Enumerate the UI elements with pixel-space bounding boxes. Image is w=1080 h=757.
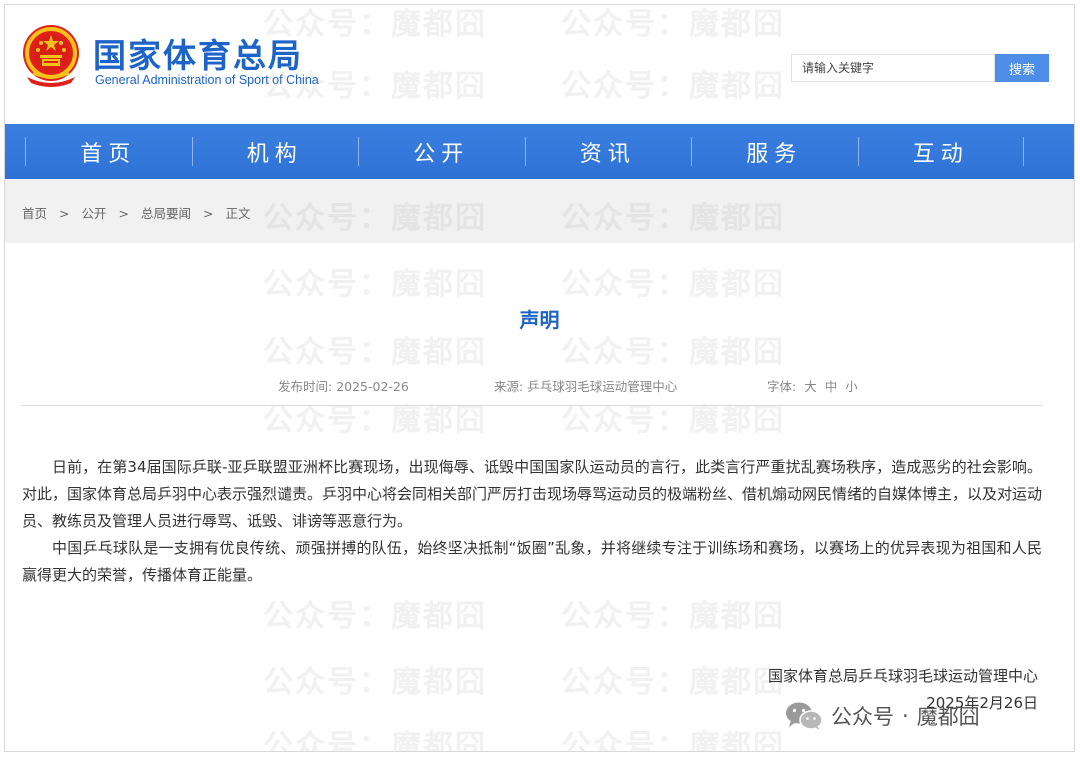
site-name-en[interactable]: General Administration of Sport of China — [95, 73, 319, 87]
font-size-label: 字体: — [767, 379, 797, 394]
publish-date-label: 发布时间: — [278, 379, 333, 394]
site-name-cn[interactable]: 国家体育总局 — [93, 29, 303, 77]
watermark-text: 公众号：魔都囧 — [561, 267, 785, 302]
nav-item-public[interactable]: 公开 — [358, 124, 525, 179]
watermark-text: 公众号：魔都囧 — [561, 665, 785, 700]
nav-item-interaction[interactable]: 互动 — [857, 124, 1025, 179]
wechat-label: 公众号 — [831, 705, 894, 729]
breadcrumb-separator: > — [118, 206, 129, 221]
breadcrumb-news-link[interactable]: 总局要闻 — [141, 206, 191, 221]
watermark-text: 公众号：魔都囧 — [561, 335, 785, 370]
site-header: 国家体育总局 General Administration of Sport o… — [5, 5, 1074, 123]
article-body: 日前，在第34届国际乒联-亚乒联盟亚洲杯比赛现场，出现侮辱、诋毁中国国家队运动员… — [22, 454, 1042, 589]
font-size-medium[interactable]: 中 — [825, 379, 838, 394]
wechat-watermark: 公众号 · 魔都囧 — [785, 701, 980, 731]
source-value: 乒乓球羽毛球运动管理中心 — [527, 379, 678, 394]
watermark-text: 公众号：魔都囧 — [263, 335, 487, 370]
breadcrumb-home-link[interactable]: 首页 — [22, 206, 47, 221]
article-paragraph: 日前，在第34届国际乒联-亚乒联盟亚洲杯比赛现场，出现侮辱、诋毁中国国家队运动员… — [22, 458, 1043, 530]
main-nav: 首页 机构 公开 资讯 服务 互动 — [5, 124, 1074, 179]
watermark-text: 公众号：魔都囧 — [263, 403, 487, 438]
search-button[interactable]: 搜索 — [995, 54, 1049, 82]
breadcrumb: 首页 > 公开 > 总局要闻 > 正文 — [22, 203, 251, 222]
breadcrumb-separator: > — [59, 206, 70, 221]
watermark-text: 公众号：魔都囧 — [561, 403, 785, 438]
signature-org: 国家体育总局乒乓球羽毛球运动管理中心 — [767, 667, 1038, 685]
nav-item-news[interactable]: 资讯 — [524, 124, 692, 179]
breadcrumb-separator: > — [203, 206, 214, 221]
wechat-dot: · — [902, 704, 909, 728]
search-input[interactable] — [791, 54, 995, 82]
divider — [21, 405, 1042, 406]
nav-item-services[interactable]: 服务 — [691, 124, 858, 179]
watermark-text: 公众号：魔都囧 — [263, 267, 487, 302]
breadcrumb-bar: 首页 > 公开 > 总局要闻 > 正文 — [5, 179, 1074, 243]
article-title: 声明 — [519, 308, 560, 332]
breadcrumb-current: 正文 — [225, 206, 251, 221]
national-emblem-icon[interactable] — [21, 23, 81, 87]
nav-item-organization[interactable]: 机构 — [191, 124, 359, 179]
article-paragraph: 中国乒乓球队是一支拥有优良传统、顽强拼搏的队伍，始终坚决抵制“饭圈”乱象，并将继… — [22, 539, 1042, 584]
nav-item-home[interactable]: 首页 — [25, 124, 192, 179]
wechat-icon — [786, 702, 823, 730]
font-size-large[interactable]: 大 — [804, 379, 817, 394]
page-frame: 国家体育总局 General Administration of Sport o… — [4, 4, 1075, 752]
font-size-small[interactable]: 小 — [845, 379, 858, 394]
watermark-text: 公众号：魔都囧 — [561, 599, 785, 634]
publish-date: 发布时间: 2025-02-26 — [278, 376, 409, 395]
source-label: 来源: — [494, 379, 524, 394]
font-size-control: 字体: 大 中 小 — [767, 376, 858, 395]
watermark-text: 公众号：魔都囧 — [561, 729, 785, 752]
breadcrumb-public-link[interactable]: 公开 — [82, 206, 107, 221]
publish-date-value: 2025-02-26 — [336, 379, 409, 394]
watermark-text: 公众号：魔都囧 — [263, 599, 487, 634]
article-source: 来源: 乒乓球羽毛球运动管理中心 — [494, 376, 677, 395]
wechat-name: 魔都囧 — [916, 705, 980, 729]
watermark-text: 公众号：魔都囧 — [263, 729, 487, 752]
watermark-text: 公众号：魔都囧 — [263, 665, 487, 700]
